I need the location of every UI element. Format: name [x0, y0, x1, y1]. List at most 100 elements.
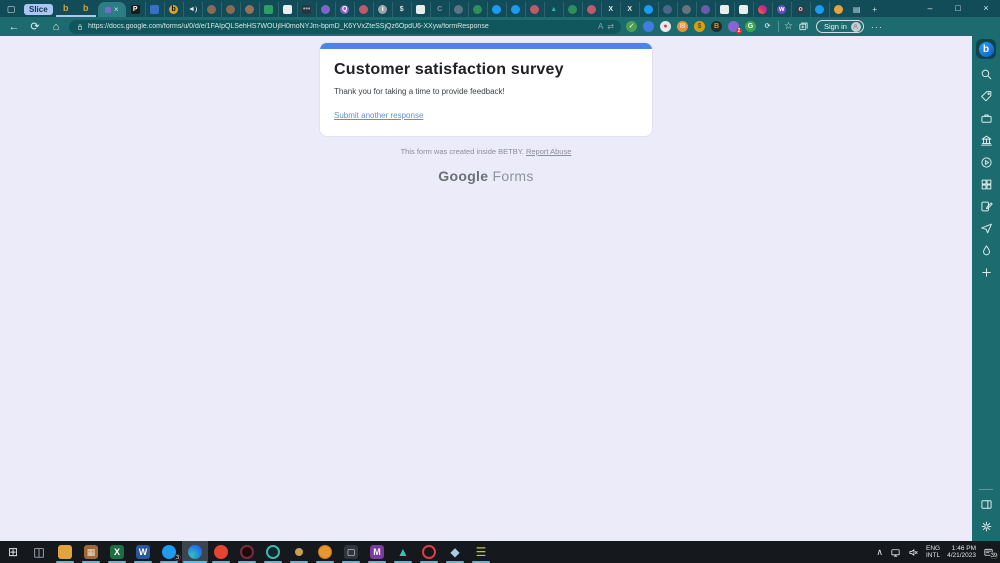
taskbar-brave[interactable]: [208, 541, 234, 563]
taskbar-gold-dot-app[interactable]: [286, 541, 312, 563]
extension-icon[interactable]: ✉: [677, 21, 688, 32]
browser-tab[interactable]: [145, 2, 164, 17]
browser-tab[interactable]: [259, 2, 278, 17]
notification-center-button[interactable]: 39: [983, 547, 994, 558]
taskbar-triangle-app[interactable]: ▲: [390, 541, 416, 563]
sidebar-briefcase-icon[interactable]: [975, 107, 997, 129]
new-tab-button[interactable]: +: [866, 2, 884, 17]
report-abuse-link[interactable]: Report Abuse: [526, 147, 571, 156]
taskbar-blue-box-app[interactable]: ◆: [442, 541, 468, 563]
browser-tab[interactable]: [506, 2, 525, 17]
browser-tab[interactable]: X: [601, 2, 620, 17]
sidebar-bank-icon[interactable]: [975, 129, 997, 151]
browser-tab[interactable]: o: [791, 2, 810, 17]
url-text[interactable]: https://docs.google.com/forms/u/0/d/e/1F…: [88, 23, 594, 30]
taskbar-m-app[interactable]: M: [364, 541, 390, 563]
taskbar-start[interactable]: ⊞: [0, 541, 26, 563]
address-bar[interactable]: https://docs.google.com/forms/u/0/d/e/1F…: [69, 20, 621, 34]
refresh-button[interactable]: ⟳: [27, 19, 43, 35]
grouped-tab[interactable]: b: [56, 2, 76, 15]
sidebar-plus-icon[interactable]: [975, 261, 997, 283]
taskbar-opera-gx[interactable]: [234, 541, 260, 563]
browser-tab[interactable]: ▲: [544, 2, 563, 17]
sidebar-tag-icon[interactable]: [975, 85, 997, 107]
browser-tab[interactable]: [677, 2, 696, 17]
taskbar-twitter[interactable]: 3: [156, 541, 182, 563]
taskbar-teal-ring-app[interactable]: [260, 541, 286, 563]
browser-tab[interactable]: [696, 2, 715, 17]
sidebar-search-icon[interactable]: [975, 63, 997, 85]
browser-tab[interactable]: ◄): [183, 2, 202, 17]
minimize-button[interactable]: –: [916, 0, 944, 17]
bing-discover-button[interactable]: b: [976, 39, 996, 59]
submit-another-response-link[interactable]: Submit another response: [334, 111, 423, 120]
browser-tab[interactable]: [202, 2, 221, 17]
extension-icon[interactable]: $: [694, 21, 705, 32]
extension-icon[interactable]: ✓: [626, 21, 637, 32]
browser-tab[interactable]: [525, 2, 544, 17]
browser-tab[interactable]: [639, 2, 658, 17]
browser-tab[interactable]: Q: [335, 2, 354, 17]
browser-tab[interactable]: [316, 2, 335, 17]
sidebar-panel-icon[interactable]: [975, 493, 997, 515]
taskbar-edge[interactable]: [182, 541, 208, 563]
browser-tab[interactable]: [582, 2, 601, 17]
taskbar-dark-square-app[interactable]: ▢: [338, 541, 364, 563]
browser-tab[interactable]: •••: [297, 2, 316, 17]
browser-tab[interactable]: [468, 2, 487, 17]
browser-tab[interactable]: [810, 2, 829, 17]
taskbar-excel[interactable]: X: [104, 541, 130, 563]
tab-close-icon[interactable]: ×: [114, 6, 119, 14]
browser-tab[interactable]: C: [430, 2, 449, 17]
language-indicator[interactable]: ENG INTL: [926, 545, 940, 559]
sidebar-send-icon[interactable]: [975, 217, 997, 239]
extension-icon[interactable]: ●: [660, 21, 671, 32]
taskbar-layers-app[interactable]: ☰: [468, 541, 494, 563]
sidebar-gear-icon[interactable]: [975, 515, 997, 537]
tray-chevron-icon[interactable]: ∧: [876, 547, 883, 558]
browser-tab[interactable]: [715, 2, 734, 17]
collections-icon[interactable]: [798, 21, 809, 32]
extension-icon[interactable]: B: [711, 21, 722, 32]
browser-tab[interactable]: [221, 2, 240, 17]
extension-icon[interactable]: G: [745, 21, 756, 32]
browser-tab[interactable]: [240, 2, 259, 17]
browser-tab[interactable]: $: [392, 2, 411, 17]
settings-menu-button[interactable]: ···: [871, 22, 883, 32]
taskbar-coin-app[interactable]: [312, 541, 338, 563]
taskbar-word[interactable]: W: [130, 541, 156, 563]
sidebar-drop-icon[interactable]: [975, 239, 997, 261]
browser-tab[interactable]: [753, 2, 772, 17]
taskbar-store[interactable]: ▦: [78, 541, 104, 563]
sidebar-pen-icon[interactable]: [975, 195, 997, 217]
browser-tab[interactable]: P: [126, 2, 145, 17]
back-button[interactable]: ←: [6, 19, 22, 35]
sign-in-button[interactable]: Sign in: [816, 20, 864, 33]
browser-tab[interactable]: [411, 2, 430, 17]
read-aloud-icon[interactable]: A: [598, 22, 603, 31]
home-button[interactable]: ⌂: [48, 19, 64, 35]
extension-icon[interactable]: 2: [728, 21, 739, 32]
taskbar-file-explorer[interactable]: [52, 541, 78, 563]
window-icon[interactable]: ▢: [0, 2, 22, 17]
taskbar-opera[interactable]: [416, 541, 442, 563]
browser-tab[interactable]: b: [164, 2, 183, 17]
clock[interactable]: 1:46 PM 4/21/2023: [947, 545, 976, 559]
browser-tab[interactable]: [487, 2, 506, 17]
maximize-button[interactable]: □: [944, 0, 972, 17]
browser-tab[interactable]: [563, 2, 582, 17]
browser-tab[interactable]: [354, 2, 373, 17]
browser-tab[interactable]: i: [373, 2, 392, 17]
browser-tab[interactable]: w: [772, 2, 791, 17]
tab-group-label[interactable]: Slice: [24, 4, 53, 15]
translate-icon[interactable]: ⇄: [607, 22, 614, 31]
sidebar-play-icon[interactable]: [975, 151, 997, 173]
speaker-muted-icon[interactable]: [908, 547, 919, 558]
browser-tab[interactable]: [734, 2, 753, 17]
browser-tab[interactable]: [278, 2, 297, 17]
network-icon[interactable]: [890, 547, 901, 558]
sidebar-grid-icon[interactable]: [975, 173, 997, 195]
browser-tab[interactable]: [658, 2, 677, 17]
taskbar-task-view[interactable]: ◫: [26, 541, 52, 563]
browser-tab[interactable]: [829, 2, 848, 17]
